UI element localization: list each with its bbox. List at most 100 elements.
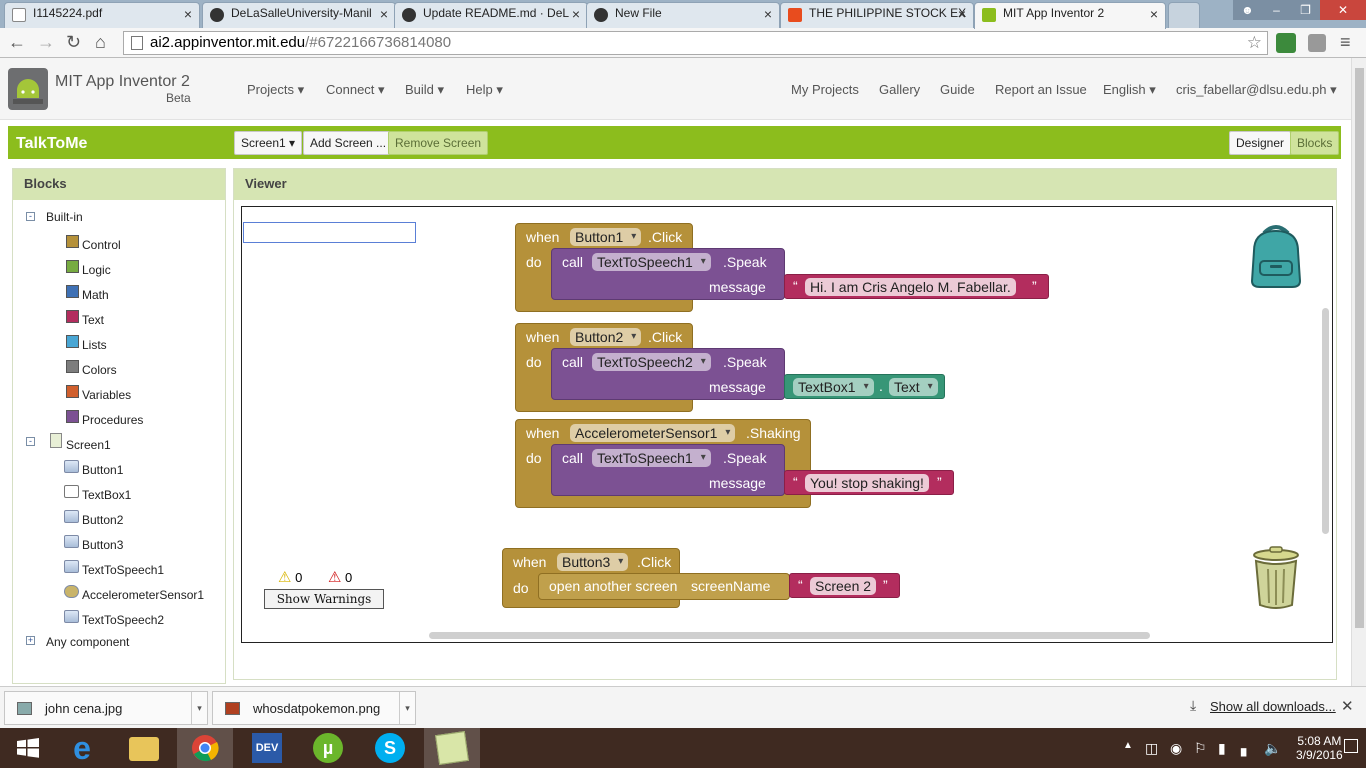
expand-any-component-icon[interactable]: + bbox=[26, 636, 35, 645]
taskbar-utorrent[interactable]: µ bbox=[300, 728, 356, 768]
close-icon[interactable]: × bbox=[184, 6, 192, 22]
text-block[interactable]: “ You! stop shaking! ” bbox=[784, 470, 954, 495]
menu-icon[interactable]: ≡ bbox=[1340, 32, 1351, 53]
trash-icon[interactable] bbox=[1248, 545, 1304, 611]
browser-tab-4[interactable]: New File × bbox=[586, 2, 780, 28]
string-value[interactable]: Hi. I am Cris Angelo M. Fabellar. bbox=[805, 278, 1016, 296]
show-all-downloads-link[interactable]: Show all downloads... bbox=[1210, 699, 1336, 714]
tray-chrome-icon[interactable]: ◉ bbox=[1170, 740, 1182, 757]
component-dropdown[interactable]: Button2 bbox=[570, 328, 642, 346]
browser-tab-6-active[interactable]: MIT App Inventor 2 × bbox=[974, 2, 1166, 29]
close-icon[interactable]: × bbox=[380, 6, 388, 22]
show-warnings-button[interactable]: Show Warnings bbox=[264, 589, 384, 609]
start-button[interactable] bbox=[0, 728, 56, 768]
tray-signal-icon[interactable]: ▖ bbox=[1241, 740, 1252, 757]
action-center-icon[interactable] bbox=[1344, 739, 1358, 753]
tree-any-component[interactable]: Any component bbox=[46, 635, 129, 649]
close-downloads-icon[interactable]: ✕ bbox=[1341, 697, 1354, 715]
call-block-speak[interactable]: call TextToSpeech2 .Speak message bbox=[551, 348, 785, 400]
call-block-speak[interactable]: call TextToSpeech1 .Speak message bbox=[551, 444, 785, 496]
taskbar-explorer[interactable] bbox=[116, 728, 172, 768]
taskbar-clock[interactable]: 5:08 AM 3/9/2016 bbox=[1296, 734, 1343, 762]
link-guide[interactable]: Guide bbox=[940, 82, 975, 97]
tree-button2[interactable]: Button2 bbox=[82, 513, 123, 527]
backpack-icon[interactable] bbox=[1240, 219, 1312, 291]
download-menu-icon[interactable]: ▾ bbox=[399, 692, 415, 724]
home-icon[interactable]: ⌂ bbox=[95, 32, 106, 53]
designer-button[interactable]: Designer bbox=[1229, 131, 1292, 155]
page-scrollbar-thumb[interactable] bbox=[1355, 68, 1364, 628]
menu-projects[interactable]: Projects ▾ bbox=[247, 82, 304, 98]
link-report-issue[interactable]: Report an Issue bbox=[995, 82, 1087, 97]
taskbar-skype[interactable]: S bbox=[362, 728, 418, 768]
taskbar-photos[interactable] bbox=[424, 728, 480, 768]
tree-lists[interactable]: Lists bbox=[82, 338, 107, 352]
add-screen-button[interactable]: Add Screen ... bbox=[303, 131, 394, 155]
tray-overflow-icon[interactable]: ▲ bbox=[1123, 740, 1133, 751]
page-scrollbar[interactable] bbox=[1351, 58, 1366, 686]
tray-battery-icon[interactable]: ▮ bbox=[1218, 740, 1226, 757]
menu-build[interactable]: Build ▾ bbox=[405, 82, 444, 98]
remove-screen-button[interactable]: Remove Screen bbox=[388, 131, 489, 155]
close-icon[interactable]: × bbox=[572, 6, 580, 22]
tree-procedures[interactable]: Procedures bbox=[82, 413, 143, 427]
tree-texttospeech2[interactable]: TextToSpeech2 bbox=[82, 613, 164, 627]
open-another-screen-block[interactable]: open another screen screenName bbox=[538, 573, 790, 600]
tree-variables[interactable]: Variables bbox=[82, 388, 131, 402]
link-gallery[interactable]: Gallery bbox=[879, 82, 920, 97]
text-block[interactable]: “ Hi. I am Cris Angelo M. Fabellar. ” bbox=[784, 274, 1049, 299]
window-close-icon[interactable]: ✕ bbox=[1320, 0, 1366, 20]
tts-dropdown[interactable]: TextToSpeech1 bbox=[592, 253, 711, 271]
back-icon[interactable]: ← bbox=[8, 32, 26, 53]
app-inventor-logo[interactable] bbox=[8, 68, 48, 110]
forward-icon[interactable]: → bbox=[37, 32, 55, 53]
string-value[interactable]: Screen 2 bbox=[810, 577, 877, 595]
menu-connect[interactable]: Connect ▾ bbox=[326, 82, 385, 98]
close-icon[interactable]: × bbox=[958, 6, 966, 22]
taskbar-ie[interactable]: e bbox=[54, 728, 110, 768]
menu-account[interactable]: cris_fabellar@dlsu.edu.ph ▾ bbox=[1176, 82, 1337, 98]
tray-windows-icon[interactable]: ◫ bbox=[1145, 740, 1158, 757]
browser-tab-3[interactable]: Update README.md · DeL × bbox=[394, 2, 588, 28]
tree-colors[interactable]: Colors bbox=[82, 363, 117, 377]
workspace-vertical-scrollbar[interactable] bbox=[1322, 308, 1329, 534]
link-my-projects[interactable]: My Projects bbox=[791, 82, 859, 97]
tree-textbox1[interactable]: TextBox1 bbox=[82, 488, 131, 502]
browser-tab-5[interactable]: THE PHILIPPINE STOCK EX × bbox=[780, 2, 974, 28]
tree-control[interactable]: Control bbox=[82, 238, 121, 252]
text-block[interactable]: “ Screen 2 ” bbox=[789, 573, 900, 598]
tree-builtin[interactable]: Built-in bbox=[46, 210, 83, 224]
tree-text[interactable]: Text bbox=[82, 313, 104, 327]
workspace-search-input[interactable] bbox=[243, 222, 416, 243]
download-menu-icon[interactable]: ▾ bbox=[191, 692, 207, 724]
collapse-builtin-icon[interactable]: - bbox=[26, 212, 35, 221]
component-dropdown[interactable]: AccelerometerSensor1 bbox=[570, 424, 736, 442]
close-icon[interactable]: × bbox=[1150, 6, 1158, 22]
textbox-getter-block[interactable]: TextBox1 . Text bbox=[784, 374, 945, 399]
bookmark-star-icon[interactable]: ☆ bbox=[1247, 32, 1262, 54]
browser-tab-2[interactable]: DeLaSalleUniversity-Manil × bbox=[202, 2, 396, 28]
tree-screen1[interactable]: Screen1 bbox=[66, 438, 111, 452]
menu-language[interactable]: English ▾ bbox=[1103, 82, 1156, 98]
tree-logic[interactable]: Logic bbox=[82, 263, 111, 277]
extension-icon[interactable] bbox=[1276, 33, 1296, 53]
tree-accelerometersensor1[interactable]: AccelerometerSensor1 bbox=[82, 588, 204, 602]
tray-flag-icon[interactable]: ⚐ bbox=[1194, 740, 1207, 757]
tree-texttospeech1[interactable]: TextToSpeech1 bbox=[82, 563, 164, 577]
tree-button1[interactable]: Button1 bbox=[82, 463, 123, 477]
tts-dropdown[interactable]: TextToSpeech2 bbox=[592, 353, 711, 371]
taskbar-devcpp[interactable]: DEV bbox=[239, 728, 295, 768]
call-block-speak[interactable]: call TextToSpeech1 .Speak message bbox=[551, 248, 785, 300]
component-dropdown[interactable]: Button1 bbox=[570, 228, 642, 246]
menu-help[interactable]: Help ▾ bbox=[466, 82, 503, 98]
blocks-workspace[interactable]: when Button1 .Click do call TextToSpeech… bbox=[241, 206, 1333, 643]
collapse-screen-icon[interactable]: - bbox=[26, 437, 35, 446]
address-bar[interactable]: ai2.appinventor.mit.edu/#672216673681408… bbox=[123, 31, 1268, 55]
tree-button3[interactable]: Button3 bbox=[82, 538, 123, 552]
reload-icon[interactable]: ↻ bbox=[66, 32, 81, 53]
user-icon[interactable]: ☻ bbox=[1233, 0, 1262, 20]
tts-dropdown[interactable]: TextToSpeech1 bbox=[592, 449, 711, 467]
download-item-2[interactable]: whosdatpokemon.png ▾ bbox=[212, 691, 416, 725]
restore-icon[interactable]: ❐ bbox=[1291, 0, 1320, 20]
taskbar-chrome[interactable] bbox=[177, 728, 233, 768]
